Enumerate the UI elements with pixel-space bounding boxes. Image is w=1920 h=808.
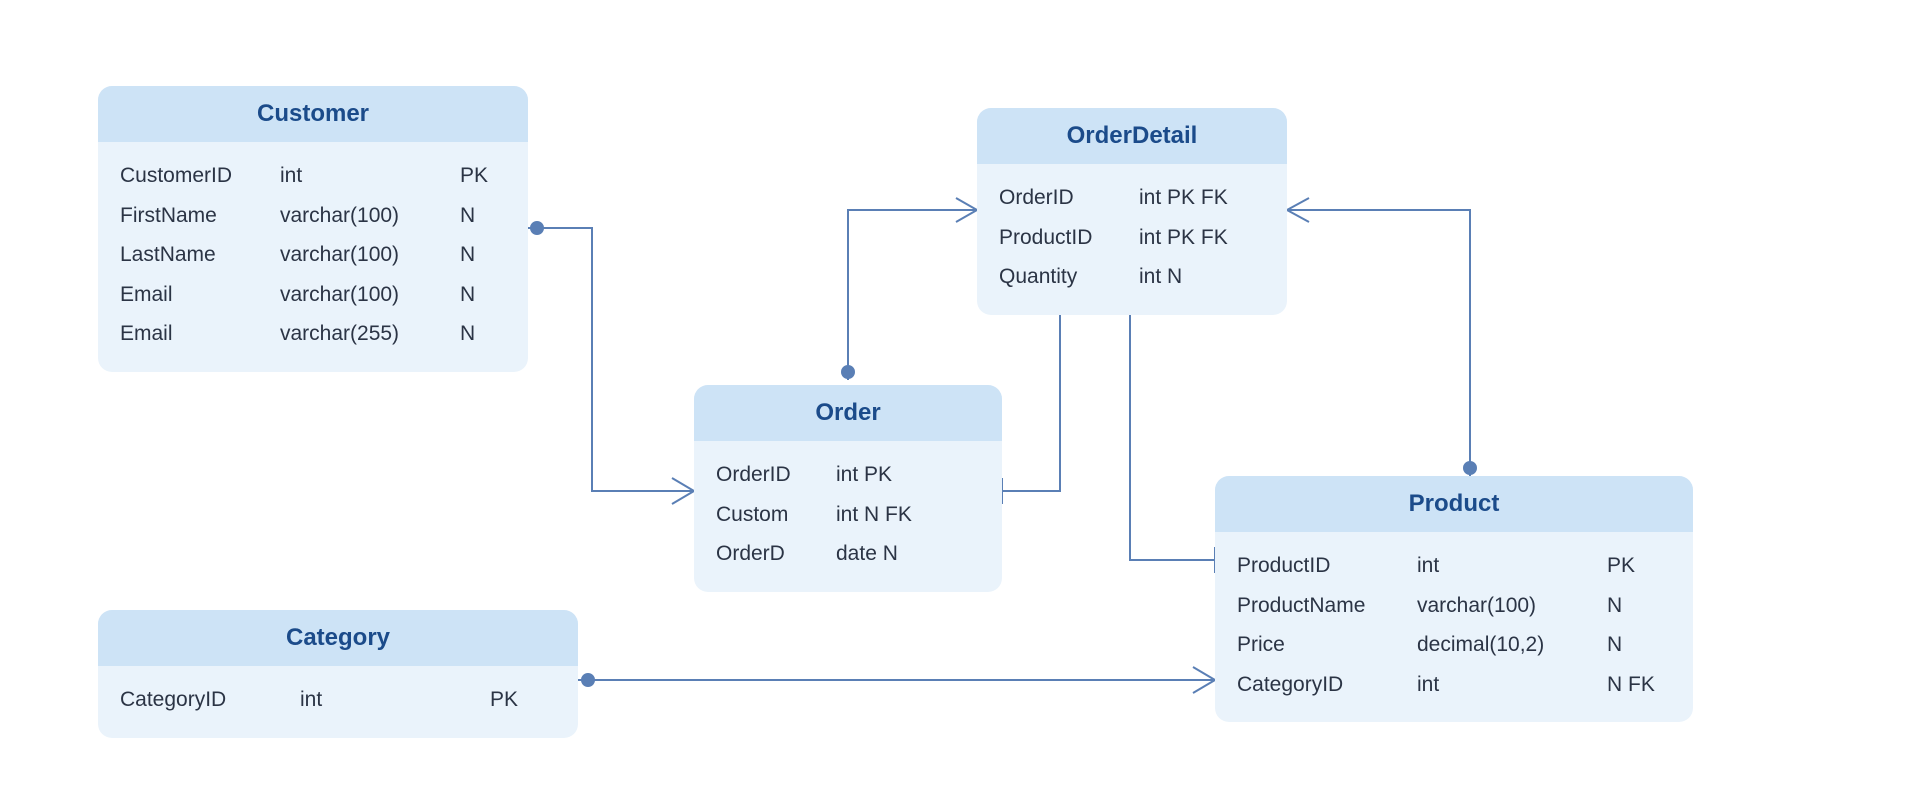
row: Emailvarchar(255)N	[120, 314, 506, 354]
row: OrderIDint PK FK	[999, 178, 1265, 218]
edge-order-orderdetail-left	[1002, 290, 1060, 491]
edge-customer-order	[528, 228, 694, 491]
entity-title: Category	[98, 610, 578, 666]
entity-rows: CustomerIDintPK FirstNamevarchar(100)N L…	[98, 142, 528, 372]
edge-order-top-orderdetail	[848, 210, 977, 380]
row: CustomerIDintPK	[120, 156, 506, 196]
row: CategoryIDintPK	[120, 680, 556, 720]
row: CategoryIDintN FK	[1237, 665, 1671, 705]
edge-dot	[1464, 462, 1476, 474]
row: ProductNamevarchar(100)N	[1237, 586, 1671, 626]
row: Quantityint N	[999, 257, 1265, 297]
erd-canvas: Customer CustomerIDintPK FirstNamevarcha…	[0, 0, 1920, 808]
edge-orderdetail-product-left	[1130, 290, 1215, 560]
entity-rows: CategoryIDintPK	[98, 666, 578, 738]
entity-category: Category CategoryIDintPK	[98, 610, 578, 738]
row: OrderDdate N	[716, 534, 980, 574]
entity-rows: OrderIDint PK FK ProductIDint PK FK Quan…	[977, 164, 1287, 315]
edge-orderdetail-right-product	[1287, 210, 1470, 476]
entity-product: Product ProductIDintPK ProductNamevarcha…	[1215, 476, 1693, 722]
row: ProductIDintPK	[1237, 546, 1671, 586]
row: Emailvarchar(100)N	[120, 275, 506, 315]
row: Pricedecimal(10,2)N	[1237, 625, 1671, 665]
row: Customint N FK	[716, 495, 980, 535]
entity-title: Customer	[98, 86, 528, 142]
edge-dot	[842, 366, 854, 378]
row: OrderIDint PK	[716, 455, 980, 495]
edge-dot	[531, 222, 543, 234]
row: LastNamevarchar(100)N	[120, 235, 506, 275]
entity-title: OrderDetail	[977, 108, 1287, 164]
edge-dot	[582, 674, 594, 686]
entity-title: Order	[694, 385, 1002, 441]
entity-rows: OrderIDint PK Customint N FK OrderDdate …	[694, 441, 1002, 592]
crowfoot	[956, 198, 977, 222]
row: FirstNamevarchar(100)N	[120, 196, 506, 236]
entity-order: Order OrderIDint PK Customint N FK Order…	[694, 385, 1002, 592]
row: ProductIDint PK FK	[999, 218, 1265, 258]
crowfoot	[1287, 198, 1309, 222]
entity-rows: ProductIDintPK ProductNamevarchar(100)N …	[1215, 532, 1693, 722]
entity-customer: Customer CustomerIDintPK FirstNamevarcha…	[98, 86, 528, 372]
entity-orderdetail: OrderDetail OrderIDint PK FK ProductIDin…	[977, 108, 1287, 315]
crowfoot	[672, 478, 694, 504]
crowfoot	[1193, 667, 1215, 693]
entity-title: Product	[1215, 476, 1693, 532]
